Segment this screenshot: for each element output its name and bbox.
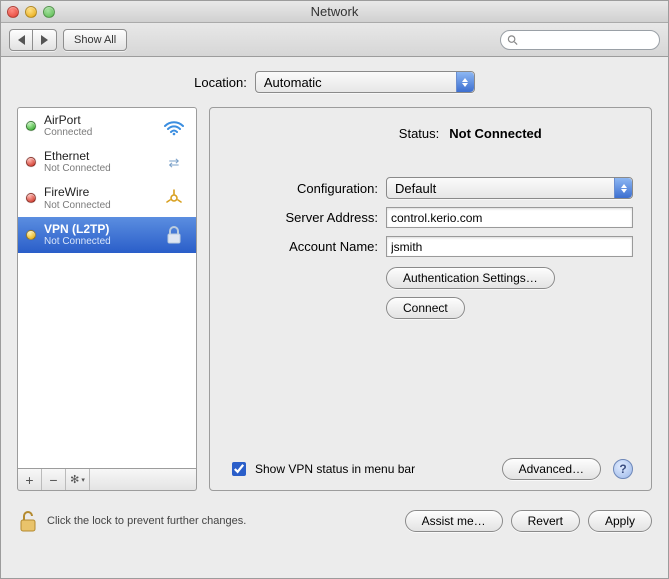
location-label: Location: [194, 75, 247, 90]
popup-arrows-icon [614, 178, 632, 198]
status-dot-icon [26, 193, 36, 203]
status-dot-icon [26, 121, 36, 131]
configuration-label: Configuration: [228, 181, 378, 196]
account-name-label: Account Name: [228, 239, 378, 254]
advanced-button[interactable]: Advanced… [502, 458, 601, 480]
sidebar-item-label: VPN (L2TP) [44, 223, 111, 236]
window-controls [7, 6, 55, 18]
sidebar-item-ethernet[interactable]: Ethernet Not Connected ⇄ [18, 144, 196, 180]
sidebar-item-vpn[interactable]: VPN (L2TP) Not Connected [18, 217, 196, 253]
sidebar-item-status: Not Connected [44, 200, 111, 211]
assist-me-button[interactable]: Assist me… [405, 510, 503, 532]
show-all-button[interactable]: Show All [63, 29, 127, 51]
apply-button[interactable]: Apply [588, 510, 652, 532]
gear-icon: ✻ [70, 473, 79, 486]
authentication-settings-button[interactable]: Authentication Settings… [386, 267, 555, 289]
nav-segment [9, 29, 57, 51]
lock-icon [160, 224, 188, 246]
server-address-label: Server Address: [228, 210, 378, 225]
location-popup[interactable]: Automatic [255, 71, 475, 93]
search-icon [507, 34, 518, 46]
server-address-input[interactable] [386, 207, 633, 228]
actions-menu-button[interactable]: ✻ ▾ [66, 469, 90, 490]
location-row: Location: Automatic [17, 71, 652, 93]
sidebar-item-airport[interactable]: AirPort Connected [18, 108, 196, 144]
status-dot-icon [26, 157, 36, 167]
show-vpn-status-checkbox[interactable] [232, 462, 246, 476]
search-input[interactable] [518, 33, 653, 47]
zoom-window-button[interactable] [43, 6, 55, 18]
connect-button[interactable]: Connect [386, 297, 465, 319]
chevron-down-icon: ▾ [81, 476, 85, 484]
network-prefpane-window: Network Show All Location: Automatic [0, 0, 669, 579]
forward-button[interactable] [33, 29, 57, 51]
sidebar-item-status: Not Connected [44, 236, 111, 247]
configuration-popup[interactable]: Default [386, 177, 633, 199]
sidebar-item-status: Not Connected [44, 163, 111, 174]
lock-open-icon[interactable] [17, 509, 39, 533]
back-button[interactable] [9, 29, 33, 51]
show-vpn-status-label: Show VPN status in menu bar [255, 462, 415, 476]
wifi-icon [160, 116, 188, 136]
titlebar: Network [1, 1, 668, 23]
add-interface-button[interactable]: + [18, 469, 42, 490]
back-icon [18, 35, 25, 45]
sidebar-item-label: Ethernet [44, 150, 111, 163]
minimize-window-button[interactable] [25, 6, 37, 18]
firewire-icon [160, 188, 188, 208]
detail-panel: Status: Not Connected Configuration: Def… [209, 107, 652, 491]
interfaces-list: AirPort Connected Ethernet Not Connected [17, 107, 197, 469]
forward-icon [41, 35, 48, 45]
sidebar-item-label: AirPort [44, 114, 92, 127]
lock-hint-text: Click the lock to prevent further change… [47, 515, 246, 527]
status-value: Not Connected [449, 126, 541, 141]
remove-interface-button[interactable]: − [42, 469, 66, 490]
sidebar-item-status: Connected [44, 127, 92, 138]
svg-text:⇄: ⇄ [169, 155, 180, 170]
location-value: Automatic [264, 75, 322, 90]
help-button[interactable]: ? [613, 459, 633, 479]
sidebar-tools: + − ✻ ▾ [17, 469, 197, 491]
status-label: Status: [319, 126, 439, 141]
revert-button[interactable]: Revert [511, 510, 580, 532]
footer: Click the lock to prevent further change… [1, 499, 668, 547]
configuration-value: Default [395, 181, 436, 196]
sidebar-item-firewire[interactable]: FireWire Not Connected [18, 180, 196, 216]
sidebar-item-label: FireWire [44, 186, 111, 199]
account-name-input[interactable] [386, 236, 633, 257]
popup-arrows-icon [456, 72, 474, 92]
search-field[interactable] [500, 30, 660, 50]
close-window-button[interactable] [7, 6, 19, 18]
ethernet-icon: ⇄ [160, 152, 188, 172]
toolbar: Show All [1, 23, 668, 57]
status-dot-icon [26, 230, 36, 240]
window-title: Network [1, 4, 668, 19]
